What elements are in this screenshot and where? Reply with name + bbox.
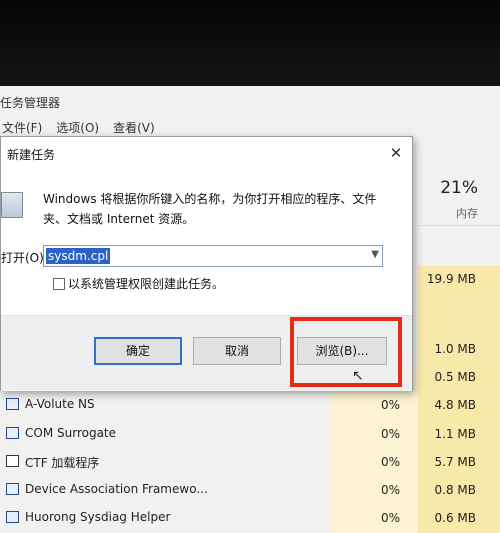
memory-value: 1.0 MB <box>434 342 476 356</box>
process-row[interactable]: A-Volute NS 0% 4.8 MB <box>0 391 500 419</box>
app-window-icon <box>6 511 19 523</box>
menu-options[interactable]: 选项(O) <box>54 119 101 136</box>
process-memory: 0.8 MB <box>434 483 476 497</box>
chevron-down-icon[interactable]: ▼ <box>371 249 379 260</box>
cancel-button[interactable]: 取消 <box>193 337 281 365</box>
dialog-title: 新建任务 <box>7 148 56 162</box>
dialog-description: Windows 将根据你所键入的名称，为你打开相应的程序、文件夹、文档或 Int… <box>43 192 377 226</box>
process-cpu: 0% <box>380 483 400 497</box>
process-cpu: 0% <box>380 398 400 412</box>
process-row[interactable]: COM Surrogate 0% 1.1 MB <box>0 420 500 448</box>
close-icon[interactable]: ✕ <box>386 144 406 162</box>
process-row[interactable]: Device Association Framewo... 0% 0.8 MB <box>0 476 500 504</box>
memory-value: 19.9 MB <box>426 272 476 286</box>
open-input[interactable]: sysdm.cpl ▼ <box>43 245 383 267</box>
memory-percent: 21% <box>440 178 478 198</box>
open-label: 打开(O): <box>1 251 48 265</box>
ok-button[interactable]: 确定 <box>94 337 182 365</box>
process-cpu: 0% <box>380 511 400 525</box>
process-cpu: 0% <box>380 455 400 469</box>
admin-checkbox[interactable] <box>53 278 65 290</box>
memory-column-header[interactable]: 21% 内存 <box>418 178 500 226</box>
admin-checkbox-row[interactable]: 以系统管理权限创建此任务。 <box>53 275 224 291</box>
process-cpu: 0% <box>380 427 400 441</box>
process-name: COM Surrogate <box>25 426 117 440</box>
run-program-icon <box>1 192 23 218</box>
app-window-icon <box>6 427 19 439</box>
process-memory: 0.6 MB <box>434 511 476 525</box>
mouse-pointer-icon: ↖ <box>352 368 364 384</box>
task-manager-title: 任务管理器 <box>0 96 61 110</box>
process-name: Huorong Sysdiag Helper <box>25 510 171 524</box>
process-name: Device Association Framewo... <box>25 482 208 496</box>
open-input-value: sysdm.cpl <box>46 248 111 264</box>
memory-label: 内存 <box>456 207 478 220</box>
memory-value: 0.5 MB <box>434 370 476 384</box>
screen-bezel <box>0 0 500 86</box>
process-memory: 1.1 MB <box>434 427 476 441</box>
app-window-icon <box>6 398 19 410</box>
process-row[interactable]: CTF 加载程序 0% 5.7 MB <box>0 448 500 476</box>
task-manager-menubar: 文件(F) 选项(O) 查看(V) <box>0 119 157 136</box>
process-row[interactable]: Huorong Sysdiag Helper 0% 0.6 MB <box>0 504 500 532</box>
process-name: A-Volute NS <box>25 397 95 411</box>
process-memory: 4.8 MB <box>434 398 476 412</box>
process-name: CTF 加载程序 <box>25 456 100 470</box>
pen-icon <box>6 455 19 467</box>
menu-view[interactable]: 查看(V) <box>111 119 157 136</box>
menu-file[interactable]: 文件(F) <box>0 119 44 136</box>
app-window-icon <box>6 483 19 495</box>
browse-highlight-box <box>290 317 402 387</box>
admin-checkbox-label: 以系统管理权限创建此任务。 <box>68 277 225 291</box>
process-memory: 5.7 MB <box>434 455 476 469</box>
